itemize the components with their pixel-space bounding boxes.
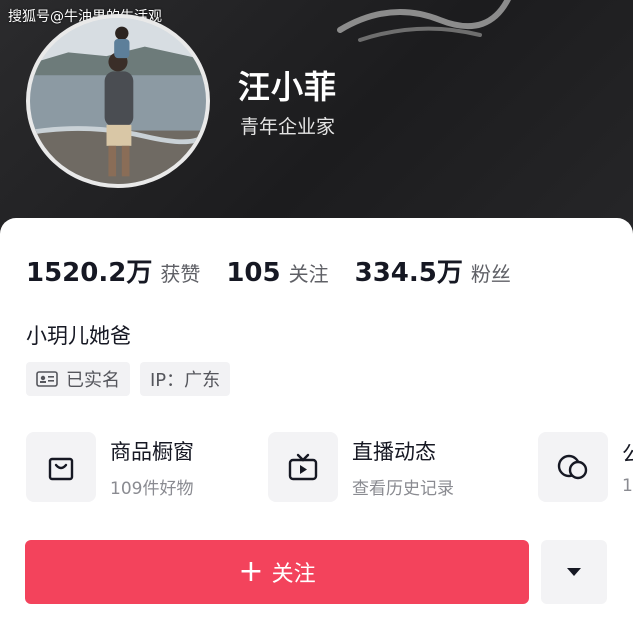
stats-row: 1520.2万 获赞 105 关注 334.5万 粉丝 xyxy=(26,252,537,289)
stat-label: 关注 xyxy=(288,262,329,286)
entry-title: 商品橱窗 xyxy=(110,439,194,464)
user-title: 青年企业家 xyxy=(240,116,336,138)
tag-row: 已实名 IP：广东 xyxy=(26,362,240,396)
stat-following[interactable]: 105 关注 xyxy=(226,258,328,288)
stat-label: 粉丝 xyxy=(470,262,511,286)
stat-label: 获赞 xyxy=(160,262,201,286)
stat-value: 334.5万 xyxy=(354,258,463,288)
stat-value: 105 xyxy=(226,258,281,288)
entry-subtitle: 109件好物 xyxy=(110,478,194,499)
banner-decoration xyxy=(337,0,511,42)
stat-value: 1520.2万 xyxy=(26,258,153,288)
entry-subtitle: 查看历史记录 xyxy=(352,478,454,499)
bio-text: 小玥儿她爸 xyxy=(26,324,131,348)
avatar-photo xyxy=(30,18,206,184)
entry-group-chat[interactable]: 公 1 xyxy=(538,432,633,502)
ip-tag: IP：广东 xyxy=(140,362,231,396)
entry-title: 公 xyxy=(622,442,633,466)
caret-down-icon xyxy=(567,568,581,576)
follow-label: 关注 xyxy=(271,562,316,587)
chat-bubbles-icon xyxy=(538,432,608,502)
id-card-icon xyxy=(36,371,58,387)
profile-card: 1520.2万 获赞 105 关注 334.5万 粉丝 小玥儿她爸 已实名 IP… xyxy=(0,218,633,640)
entry-live-history[interactable]: 直播动态 查看历史记录 xyxy=(268,432,454,502)
entry-title: 直播动态 xyxy=(352,439,436,464)
plus-icon: + xyxy=(238,554,264,589)
follow-button[interactable]: + 关注 xyxy=(25,540,529,604)
verified-tag: 已实名 xyxy=(26,362,130,396)
tv-icon xyxy=(268,432,338,502)
entry-shop-window[interactable]: 商品橱窗 109件好物 xyxy=(26,432,194,502)
more-options-button[interactable] xyxy=(541,540,607,604)
display-name: 汪小菲 xyxy=(238,68,338,106)
verified-label: 已实名 xyxy=(66,370,120,391)
stat-likes[interactable]: 1520.2万 获赞 xyxy=(26,252,200,289)
avatar[interactable] xyxy=(26,14,210,188)
ip-label: IP：广东 xyxy=(150,370,221,391)
shopping-bag-icon xyxy=(26,432,96,502)
entry-subtitle: 1 xyxy=(622,476,633,496)
stat-followers[interactable]: 334.5万 粉丝 xyxy=(355,252,511,289)
entry-row: 商品橱窗 109件好物 直播动态 查看历史记录 公 1 xyxy=(26,432,633,506)
